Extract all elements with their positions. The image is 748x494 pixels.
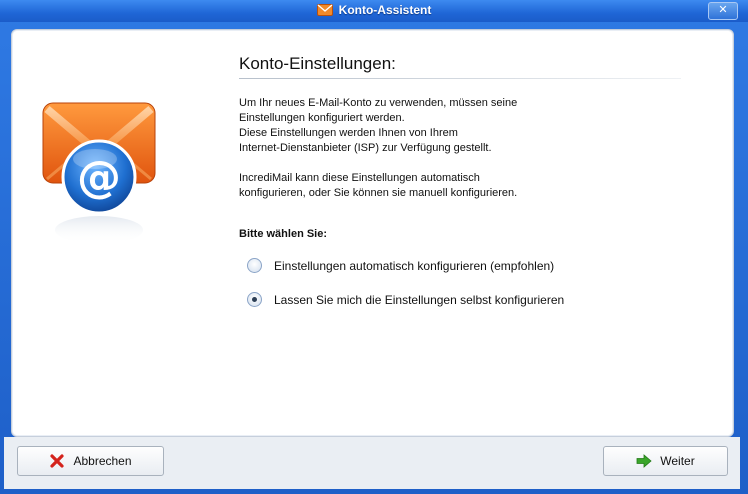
- intro-line: Einstellungen konfiguriert werden.: [239, 112, 405, 124]
- page-title: Konto-Einstellungen:: [239, 54, 396, 73]
- green-arrow-right-icon: [636, 454, 652, 468]
- title-container: Konto-Assistent: [0, 3, 748, 17]
- choose-label: Bitte wählen Sie:: [239, 228, 328, 240]
- info-line: IncrediMail kann diese Einstellungen aut…: [239, 172, 480, 184]
- intro-line: Um Ihr neues E-Mail-Konto zu verwenden, …: [239, 97, 518, 109]
- email-at-icon: @: [42, 102, 156, 244]
- radio-manual[interactable]: [247, 292, 262, 307]
- red-x-icon: [50, 454, 65, 468]
- window-title: Konto-Assistent: [338, 3, 432, 17]
- option-auto-configure[interactable]: Einstellungen automatisch konfigurieren …: [247, 258, 554, 273]
- intro-paragraph: Um Ihr neues E-Mail-Konto zu verwenden, …: [239, 96, 579, 156]
- option-manual-configure[interactable]: Lassen Sie mich die Einstellungen selbst…: [247, 292, 564, 307]
- option-manual-label[interactable]: Lassen Sie mich die Einstellungen selbst…: [274, 293, 564, 307]
- intro-line: Diese Einstellungen werden Ihnen von Ihr…: [239, 127, 458, 139]
- intro-line: Internet-Dienstanbieter (ISP) zur Verfüg…: [239, 142, 492, 154]
- envelope-icon: [316, 4, 333, 16]
- wizard-window: Konto-Assistent ✕ @ Konto-Einstellungen:…: [0, 0, 748, 494]
- svg-text:@: @: [77, 152, 121, 203]
- option-auto-label[interactable]: Einstellungen automatisch konfigurieren …: [274, 259, 554, 273]
- cancel-label: Abbrechen: [73, 454, 132, 468]
- info-paragraph: IncrediMail kann diese Einstellungen aut…: [239, 171, 579, 201]
- info-line: konfigurieren, oder Sie können sie manue…: [239, 187, 518, 199]
- title-bar[interactable]: Konto-Assistent ✕: [0, 0, 748, 22]
- radio-auto[interactable]: [247, 258, 262, 273]
- next-button[interactable]: Weiter: [603, 446, 728, 476]
- title-divider: [239, 78, 681, 79]
- next-label: Weiter: [660, 454, 695, 468]
- close-button[interactable]: ✕: [708, 2, 738, 20]
- cancel-button[interactable]: Abbrechen: [17, 446, 164, 476]
